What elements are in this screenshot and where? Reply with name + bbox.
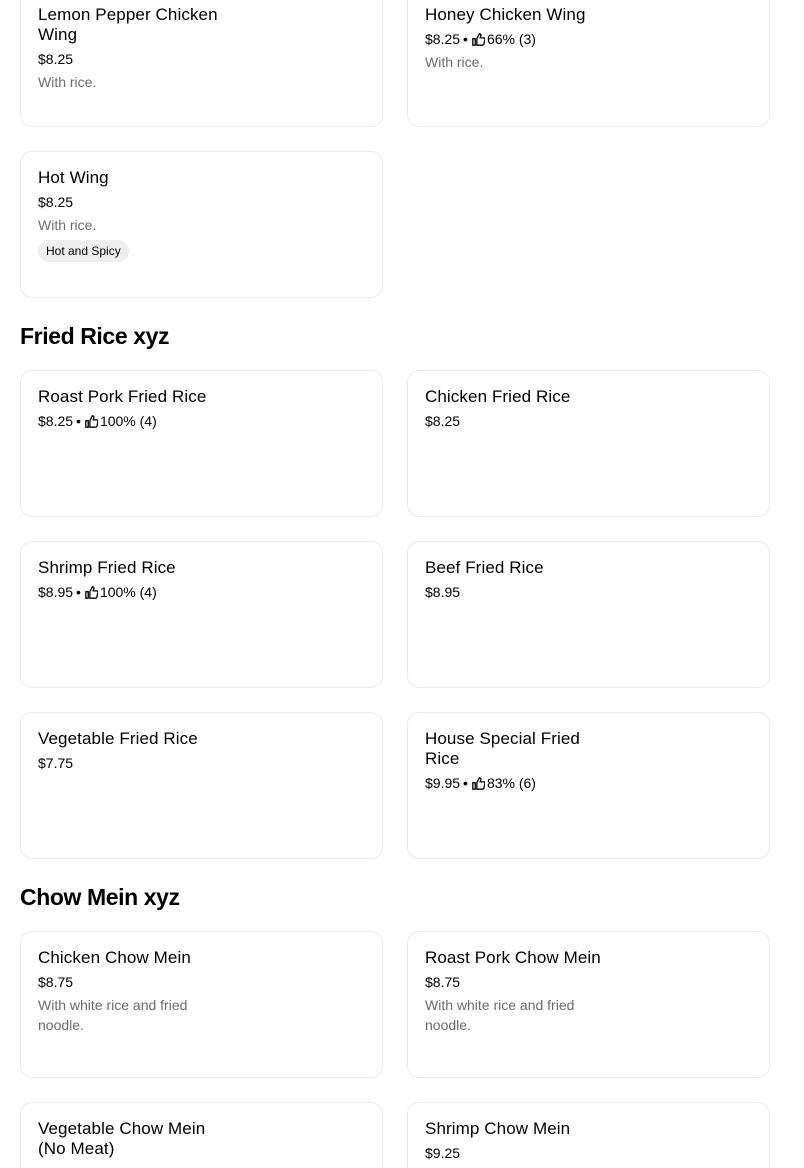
- item-price: $8.95: [425, 584, 461, 600]
- item-name: Hot Wing: [38, 168, 109, 187]
- menu-item-card[interactable]: Vegetable Chow Mein (No Meat): [20, 1102, 383, 1168]
- item-price: $8.25: [425, 413, 461, 429]
- item-name: Chicken Chow Mein: [38, 948, 191, 967]
- item-meta: $9.95 • 83% (6): [425, 774, 752, 792]
- menu-item-card[interactable]: Roast Pork Chow Mein $8.75 With white ri…: [407, 931, 770, 1078]
- item-price: $9.95: [425, 775, 461, 791]
- item-name: Lemon Pepper Chicken Wing: [38, 5, 218, 44]
- item-meta: $8.25: [425, 412, 752, 430]
- item-name: House Special Fried Rice: [425, 729, 580, 768]
- thumbs-up-icon: [85, 585, 98, 599]
- menu-item-card[interactable]: Chicken Fried Rice $8.25: [407, 370, 770, 517]
- item-price: $8.95: [38, 584, 74, 600]
- dietary-tag: Hot and Spicy: [38, 240, 129, 262]
- separator: •: [463, 775, 468, 791]
- item-price: $8.75: [38, 974, 74, 990]
- item-meta: $8.95: [425, 583, 752, 601]
- item-name: Honey Chicken Wing: [425, 5, 586, 24]
- item-meta: $9.25: [425, 1144, 752, 1162]
- item-meta: $8.95 • 100% (4): [38, 583, 365, 601]
- item-price: $8.25: [38, 413, 74, 429]
- thumbs-up-icon: [472, 776, 485, 790]
- menu-item-card[interactable]: Shrimp Chow Mein $9.25: [407, 1102, 770, 1168]
- menu-item-card[interactable]: Honey Chicken Wing $8.25 • 66% (3) With …: [407, 0, 770, 127]
- item-name: Roast Pork Chow Mein: [425, 948, 601, 967]
- item-name: Beef Fried Rice: [425, 558, 544, 577]
- item-description: With white rice and fried noodle.: [425, 997, 575, 1033]
- item-description: With rice.: [38, 74, 97, 90]
- item-description: With rice.: [38, 217, 97, 233]
- item-price: $8.75: [425, 974, 461, 990]
- item-meta: $8.25: [38, 193, 365, 211]
- menu-item-card[interactable]: Lemon Pepper Chicken Wing $8.25 With ric…: [20, 0, 383, 127]
- item-meta: $8.25 • 66% (3): [425, 30, 752, 48]
- item-meta: $8.75: [425, 973, 752, 991]
- item-price: $8.25: [38, 51, 74, 67]
- menu-item-card[interactable]: House Special Fried Rice $9.95 • 83% (6): [407, 712, 770, 859]
- thumbs-up-icon: [472, 32, 485, 46]
- menu-item-card[interactable]: Shrimp Fried Rice $8.95 • 100% (4): [20, 541, 383, 688]
- item-rating: 100% (4): [99, 584, 157, 600]
- menu-item-card[interactable]: Roast Pork Fried Rice $8.25 • 100% (4): [20, 370, 383, 517]
- item-name: Vegetable Chow Mein (No Meat): [38, 1119, 206, 1158]
- item-price: $8.25: [425, 31, 461, 47]
- menu-item-card[interactable]: Hot Wing $8.25 With rice. Hot and Spicy: [20, 151, 383, 298]
- item-name: Chicken Fried Rice: [425, 387, 571, 406]
- item-price: $9.25: [425, 1145, 461, 1161]
- item-meta: $8.75: [38, 973, 365, 991]
- separator: •: [463, 31, 468, 47]
- thumbs-up-icon: [85, 414, 98, 428]
- item-rating: 66% (3): [486, 31, 536, 47]
- menu-item-card[interactable]: Vegetable Fried Rice $7.75: [20, 712, 383, 859]
- item-description: With white rice and fried noodle.: [38, 997, 188, 1033]
- item-meta: $8.25: [38, 50, 365, 68]
- menu-item-card[interactable]: Chicken Chow Mein $8.75 With white rice …: [20, 931, 383, 1078]
- item-rating: 83% (6): [486, 775, 536, 791]
- item-price: $7.75: [38, 755, 74, 771]
- item-name: Shrimp Fried Rice: [38, 558, 176, 577]
- item-description: With rice.: [425, 54, 484, 70]
- item-price: $8.25: [38, 194, 74, 210]
- separator: •: [76, 413, 81, 429]
- item-rating: 100% (4): [99, 413, 157, 429]
- item-name: Roast Pork Fried Rice: [38, 387, 207, 406]
- item-name: Vegetable Fried Rice: [38, 729, 198, 748]
- item-meta: $7.75: [38, 754, 365, 772]
- item-name: Shrimp Chow Mein: [425, 1119, 571, 1138]
- section-heading-chow-mein: Chow Mein xyz: [20, 884, 180, 910]
- item-meta: $8.25 • 100% (4): [38, 412, 365, 430]
- separator: •: [76, 584, 81, 600]
- section-heading-fried-rice: Fried Rice xyz: [20, 323, 170, 349]
- menu-item-card[interactable]: Beef Fried Rice $8.95: [407, 541, 770, 688]
